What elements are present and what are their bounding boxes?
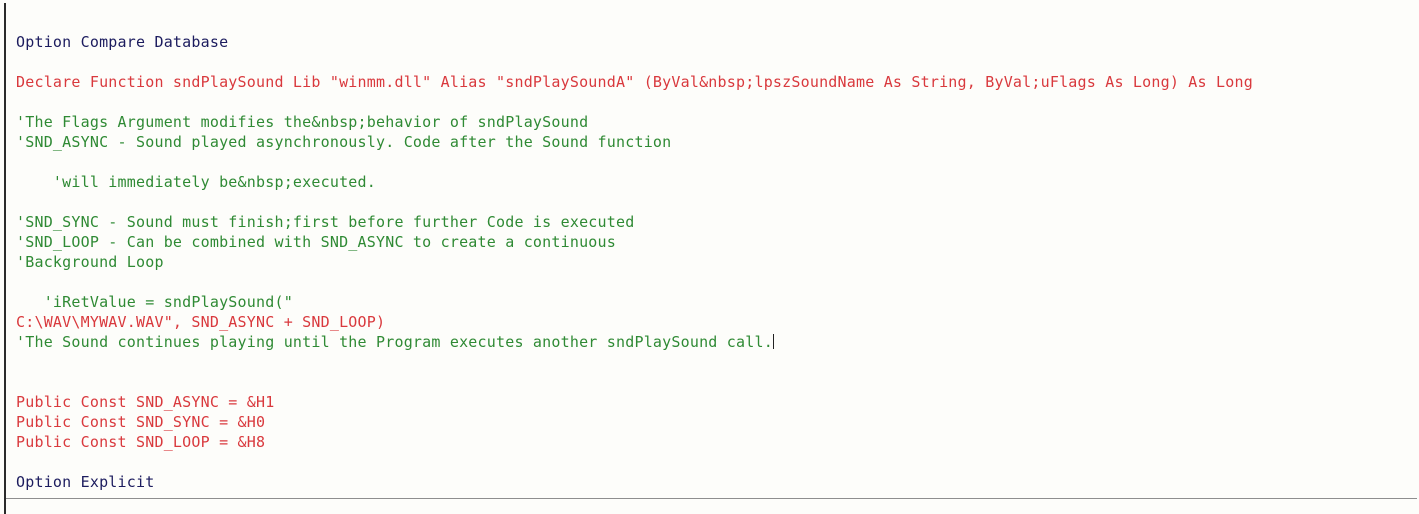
code-line: 'SND_ASYNC - Sound played asynchronously… xyxy=(16,132,1419,152)
code-line: Public Const SND_ASYNC = &H1 xyxy=(16,392,1419,412)
bottom-divider xyxy=(6,498,1417,499)
code-line: 'SND_LOOP - Can be combined with SND_ASY… xyxy=(16,232,1419,252)
code-line-text: 'iRetValue = sndPlaySound(" xyxy=(16,293,293,311)
code-line-text: Public Const SND_SYNC = &H0 xyxy=(16,413,266,431)
code-line: 'The Flags Argument modifies the&nbsp;be… xyxy=(16,112,1419,132)
code-line: Option Explicit xyxy=(16,472,1419,492)
code-line-text: Option Compare Database xyxy=(16,33,229,51)
code-block[interactable]: Option Compare Database Declare Function … xyxy=(16,32,1419,492)
code-listing-page: Option Compare Database Declare Function … xyxy=(0,0,1419,514)
code-line: Declare Function sndPlaySound Lib "winmm… xyxy=(16,72,1419,92)
code-line-text: Option Explicit xyxy=(16,473,155,491)
code-line: 'iRetValue = sndPlaySound(" xyxy=(16,292,1419,312)
code-line-text: Public Const SND_LOOP = &H8 xyxy=(16,433,266,451)
code-line-text: C:\WAV\MYWAV.WAV", SND_ASYNC + SND_LOOP) xyxy=(16,313,386,331)
code-line-text: Declare Function sndPlaySound Lib "winmm… xyxy=(16,73,1253,91)
code-block-left-rule xyxy=(4,3,6,514)
code-line: Public Const SND_SYNC = &H0 xyxy=(16,412,1419,432)
code-line-text: 'SND_SYNC - Sound must finish;first befo… xyxy=(16,213,635,231)
code-line: Option Compare Database xyxy=(16,32,1419,52)
code-line: 'Background Loop xyxy=(16,252,1419,272)
text-cursor xyxy=(772,334,774,349)
code-line-text: 'The Sound continues playing until the P… xyxy=(16,333,773,351)
code-line: Public Const SND_LOOP = &H8 xyxy=(16,432,1419,452)
code-line-text: 'will immediately be&nbsp;executed. xyxy=(16,173,376,191)
code-line-text: 'Background Loop xyxy=(16,253,164,271)
code-line-text: Public Const SND_ASYNC = &H1 xyxy=(16,393,275,411)
code-line: 'The Sound continues playing until the P… xyxy=(16,332,1419,352)
code-line-text: 'SND_LOOP - Can be combined with SND_ASY… xyxy=(16,233,616,251)
code-line-text: 'The Flags Argument modifies the&nbsp;be… xyxy=(16,113,589,131)
code-line: 'will immediately be&nbsp;executed. xyxy=(16,172,1419,192)
code-line-text: 'SND_ASYNC - Sound played asynchronously… xyxy=(16,133,672,151)
code-line: 'SND_SYNC - Sound must finish;first befo… xyxy=(16,212,1419,232)
code-line: C:\WAV\MYWAV.WAV", SND_ASYNC + SND_LOOP) xyxy=(16,312,1419,332)
